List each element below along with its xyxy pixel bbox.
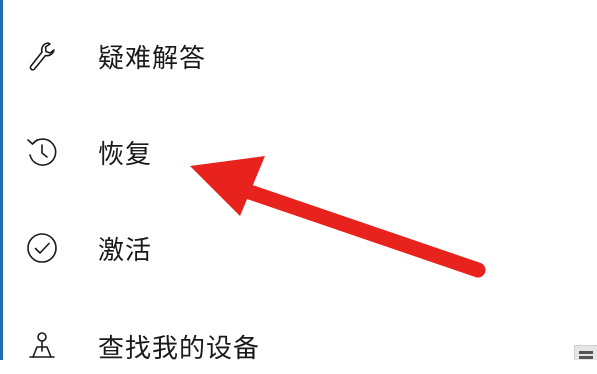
nav-item-label: 激活 <box>98 235 153 266</box>
nav-item-label: 恢复 <box>98 139 153 170</box>
scroll-grip-icon <box>579 351 593 354</box>
person-locate-icon <box>22 326 62 366</box>
check-circle-icon <box>22 228 62 268</box>
nav-item-recovery[interactable]: 恢复 <box>22 124 382 180</box>
nav-item-label: 疑难解答 <box>98 43 207 74</box>
nav-item-find-device[interactable]: 查找我的设备 <box>22 318 382 374</box>
scrollbar-corner[interactable] <box>574 345 597 360</box>
nav-item-activation[interactable]: 激活 <box>22 220 382 276</box>
settings-nav-list: 疑难解答 恢复 激活 查找我的设备 <box>0 0 597 364</box>
nav-item-troubleshoot[interactable]: 疑难解答 <box>22 28 382 84</box>
history-icon <box>22 132 62 172</box>
nav-item-label: 查找我的设备 <box>98 333 261 364</box>
wrench-icon <box>22 36 62 76</box>
